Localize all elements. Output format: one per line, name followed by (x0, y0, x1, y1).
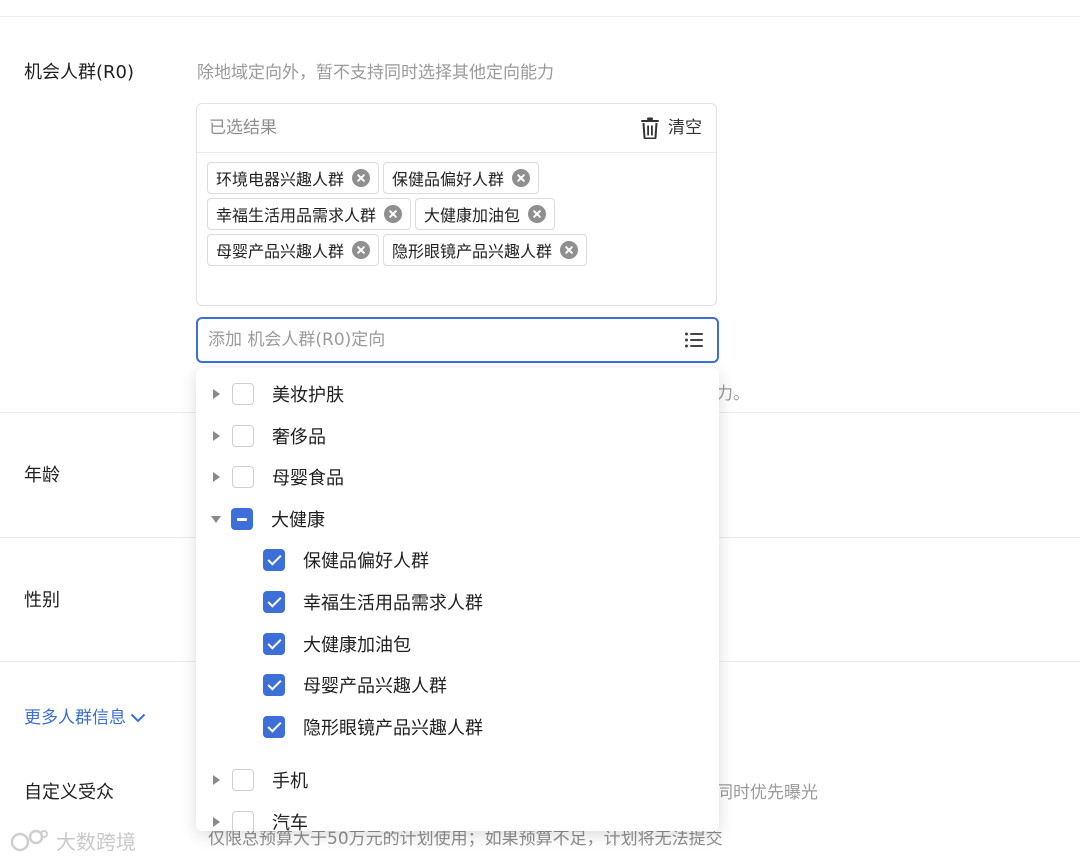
option-label: 隐形眼镜产品兴趣人群 (303, 718, 483, 739)
tag-row: 环境电器兴趣人群 保健品偏好人群 (207, 162, 707, 194)
caret-down-icon[interactable] (211, 515, 221, 523)
option-label: 美妆护肤 (272, 385, 344, 406)
tree-child-option[interactable]: 隐形眼镜产品兴趣人群 (263, 713, 483, 741)
panel-title: 已选结果 (209, 118, 277, 138)
watermark: 大数跨境 (10, 826, 136, 855)
clear-label: 清空 (668, 118, 702, 138)
option-label: 幸福生活用品需求人群 (303, 593, 483, 614)
selected-tags: 环境电器兴趣人群 保健品偏好人群 幸福生活用品需求人群 大健康加油包 母婴产品兴… (207, 162, 707, 270)
remove-tag-icon[interactable] (352, 241, 371, 259)
add-targeting-input[interactable] (198, 329, 650, 351)
selected-results-panel: 已选结果 清空 环境电器兴趣人群 保健品偏好人群 幸福生活用品需求人群 大健康加… (196, 103, 717, 306)
tree-option[interactable]: 手机 (213, 766, 308, 794)
list-icon[interactable] (685, 332, 703, 348)
opportunity-hint-tail: 力。 (716, 384, 750, 404)
checkbox[interactable] (232, 383, 254, 405)
remove-tag-icon[interactable] (528, 205, 547, 223)
remove-tag-icon[interactable] (560, 241, 579, 259)
more-info-label: 更多人群信息 (24, 708, 126, 728)
checkbox-checked[interactable] (263, 716, 285, 738)
caret-right-icon[interactable] (213, 431, 220, 441)
tag-label: 幸福生活用品需求人群 (216, 206, 377, 225)
remove-tag-icon[interactable] (512, 169, 531, 187)
opportunity-hint: 除地域定向外，暂不支持同时选择其他定向能力 (197, 63, 554, 83)
watermark-logo-icon (10, 829, 48, 851)
tree-option[interactable]: 美妆护肤 (213, 380, 344, 408)
checkbox-partial[interactable] (231, 508, 253, 530)
tree-option[interactable]: 奢侈品 (213, 422, 326, 450)
gender-label: 性别 (24, 590, 60, 611)
selected-tag: 大健康加油包 (415, 198, 556, 230)
selected-tag: 环境电器兴趣人群 (207, 162, 380, 194)
trash-icon (641, 117, 659, 139)
caret-right-icon[interactable] (213, 817, 220, 827)
targeting-dropdown: 美妆护肤 奢侈品 母婴食品 大健康 保健品偏好人群 幸福生活用品需求人群 大健康… (196, 368, 719, 831)
tag-row: 幸福生活用品需求人群 大健康加油包 (207, 198, 707, 230)
tag-row: 母婴产品兴趣人群 隐形眼镜产品兴趣人群 (207, 234, 707, 266)
option-label: 奢侈品 (272, 427, 326, 448)
caret-right-icon[interactable] (213, 389, 220, 399)
option-label: 汽车 (272, 813, 308, 831)
tag-label: 保健品偏好人群 (392, 170, 505, 189)
tree-child-option[interactable]: 幸福生活用品需求人群 (263, 588, 483, 616)
custom-audience-hint-tail: 同时优先曝光 (716, 783, 818, 803)
selected-tag: 母婴产品兴趣人群 (207, 234, 380, 266)
checkbox-checked[interactable] (263, 674, 285, 696)
remove-tag-icon[interactable] (352, 169, 371, 187)
tree-child-option[interactable]: 保健品偏好人群 (263, 546, 429, 574)
selected-tag: 幸福生活用品需求人群 (207, 198, 412, 230)
tree-option[interactable]: 母婴食品 (213, 463, 344, 491)
option-label: 大健康 (271, 510, 325, 531)
checkbox-checked[interactable] (263, 633, 285, 655)
more-audience-info-link[interactable]: 更多人群信息 (24, 706, 146, 730)
opportunity-label: 机会人群(R0) (24, 62, 135, 83)
option-label: 大健康加油包 (303, 635, 411, 656)
tag-label: 环境电器兴趣人群 (216, 170, 345, 189)
age-label: 年龄 (24, 465, 60, 486)
option-label: 手机 (272, 771, 308, 792)
checkbox[interactable] (232, 811, 254, 831)
tag-label: 母婴产品兴趣人群 (216, 242, 345, 261)
clear-button[interactable]: 清空 (640, 116, 702, 140)
tree-child-option[interactable]: 大健康加油包 (263, 630, 411, 658)
chevron-down-icon (130, 713, 146, 723)
remove-tag-icon[interactable] (384, 205, 403, 223)
selected-tag: 隐形眼镜产品兴趣人群 (383, 234, 588, 266)
checkbox-checked[interactable] (263, 549, 285, 571)
add-targeting-input-wrapper (196, 317, 719, 363)
tag-label: 大健康加油包 (424, 206, 521, 225)
checkbox-checked[interactable] (263, 591, 285, 613)
tree-option[interactable]: 汽车 (213, 808, 308, 831)
watermark-text: 大数跨境 (56, 830, 136, 854)
panel-header: 已选结果 清空 (197, 104, 716, 153)
option-label: 母婴产品兴趣人群 (303, 676, 447, 697)
caret-right-icon[interactable] (213, 472, 220, 482)
divider (0, 16, 1080, 17)
checkbox[interactable] (232, 466, 254, 488)
checkbox[interactable] (232, 769, 254, 791)
custom-audience-label: 自定义受众 (24, 782, 114, 803)
checkbox[interactable] (232, 425, 254, 447)
tree-option[interactable]: 大健康 (211, 505, 325, 533)
option-label: 保健品偏好人群 (303, 551, 429, 572)
option-label: 母婴食品 (272, 468, 344, 489)
caret-right-icon[interactable] (213, 775, 220, 785)
selected-tag: 保健品偏好人群 (383, 162, 540, 194)
tag-label: 隐形眼镜产品兴趣人群 (392, 242, 553, 261)
tree-child-option[interactable]: 母婴产品兴趣人群 (263, 671, 447, 699)
